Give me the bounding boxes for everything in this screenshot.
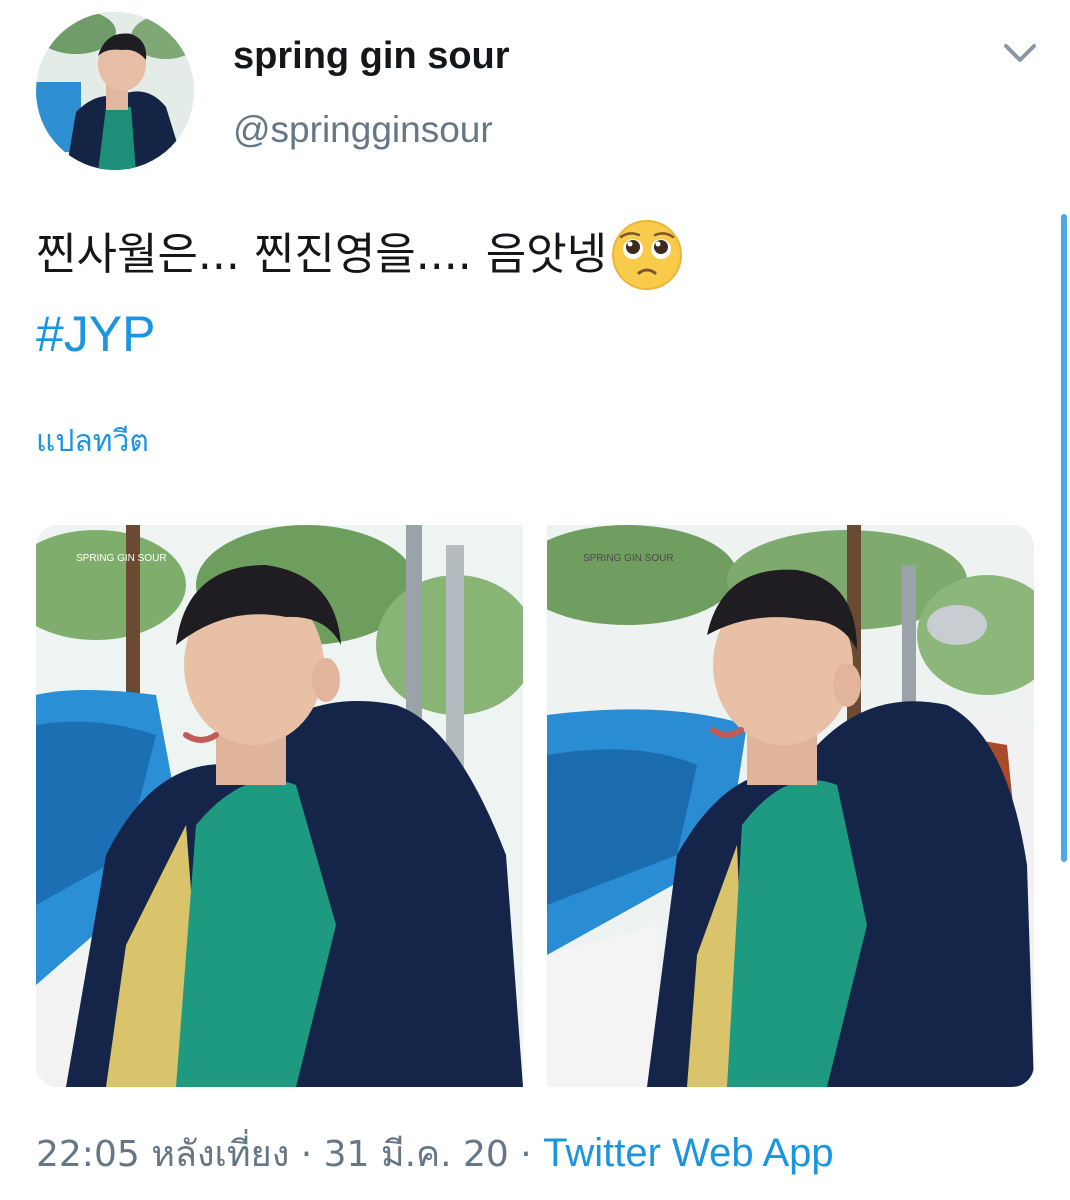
- tweet-body-text: 찐사월은... 찐진영을.... 음앗넹: [36, 229, 608, 280]
- tweet-timestamp[interactable]: 22:05 หลังเที่ยง · 31 มี.ค. 20 ·: [36, 1134, 543, 1175]
- display-name[interactable]: spring gin sour: [233, 34, 510, 78]
- user-handle[interactable]: @springginsour: [233, 108, 493, 152]
- avatar-photo: [36, 12, 194, 170]
- translate-tweet-link[interactable]: แปลทวีต: [36, 422, 149, 462]
- photo-image: SPRING GIN SOUR: [36, 525, 523, 1087]
- tweet-text-line: 찐사월은... 찐진영을.... 음앗넹: [36, 214, 1036, 296]
- pleading-face-emoji: [611, 219, 683, 291]
- tweet-photo-2[interactable]: SPRING GIN SOUR: [547, 525, 1034, 1087]
- tweet-page: spring gin sour @springginsour 찐사월은... 찐…: [0, 0, 1070, 1200]
- tweet-source-link[interactable]: Twitter Web App: [543, 1131, 834, 1175]
- chevron-down-icon[interactable]: [998, 34, 1042, 74]
- avatar[interactable]: [36, 12, 194, 170]
- tweet-text: 찐사월은... 찐진영을.... 음앗넹 #JYP: [36, 214, 1036, 378]
- tweet-photo-1[interactable]: SPRING GIN SOUR: [36, 525, 523, 1087]
- photo-watermark: SPRING GIN SOUR: [76, 553, 167, 564]
- scrollbar[interactable]: [1061, 214, 1067, 862]
- hashtag-link[interactable]: #JYP: [36, 303, 156, 365]
- photo-image: SPRING GIN SOUR: [547, 525, 1034, 1087]
- photo-watermark: SPRING GIN SOUR: [583, 553, 674, 564]
- tweet-metadata: 22:05 หลังเที่ยง · 31 มี.ค. 20 · Twitter…: [36, 1128, 834, 1180]
